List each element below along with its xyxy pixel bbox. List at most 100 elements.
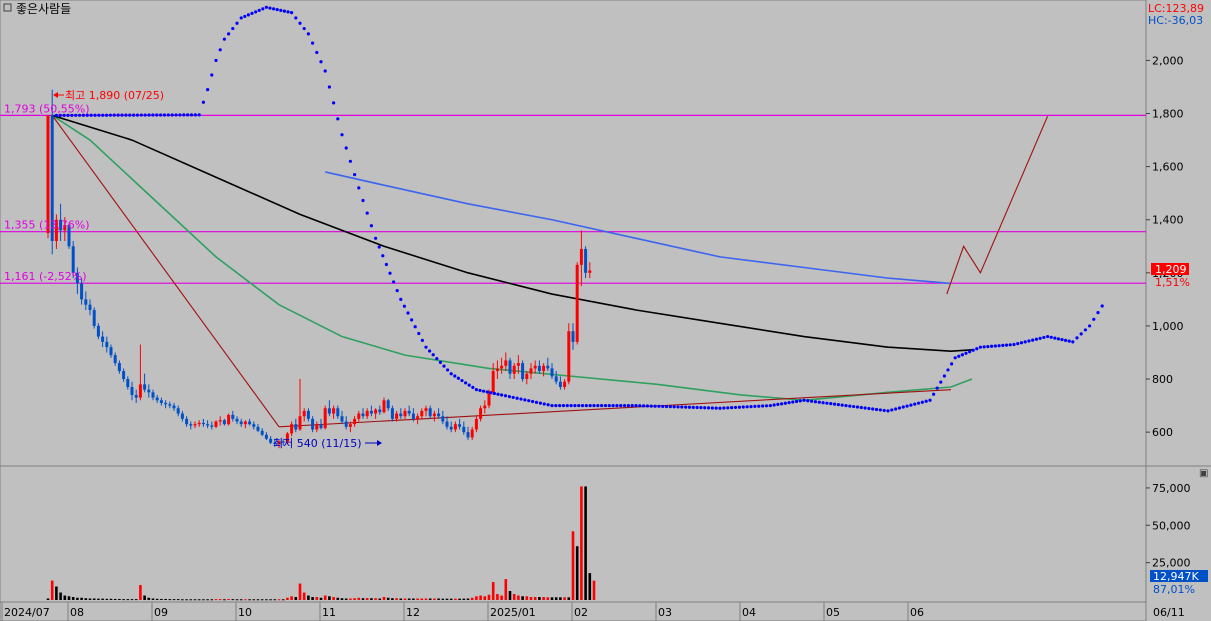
pattern-dot (128, 113, 132, 117)
pattern-dot (924, 399, 928, 403)
candle-body (525, 373, 529, 380)
panel-close-icon[interactable]: ▣ (1199, 468, 1208, 479)
volume-bar (290, 596, 293, 600)
candle-body (201, 422, 205, 425)
pattern-dot (909, 403, 913, 407)
pattern-dot (768, 403, 773, 408)
volume-bar (227, 598, 230, 600)
pattern-dot (871, 407, 875, 411)
candle-body (432, 413, 436, 417)
pattern-dot (749, 405, 753, 409)
pattern-dot (302, 26, 306, 31)
price-panel[interactable] (0, 0, 1147, 467)
pattern-dot (104, 113, 109, 117)
pattern-dot (467, 383, 471, 387)
volume-bar (580, 486, 583, 600)
pattern-dot (542, 402, 546, 406)
volume-bar (248, 599, 251, 601)
pattern-dot (424, 345, 428, 349)
pattern-dot (538, 401, 542, 405)
volume-bar (307, 595, 310, 600)
volume-bar (130, 599, 134, 601)
pattern-dot (664, 404, 669, 409)
volume-bar (584, 486, 587, 600)
pattern-dot (619, 403, 623, 408)
pattern-dot (189, 113, 194, 117)
candle-body (269, 438, 273, 443)
pattern-dot (170, 113, 174, 117)
pattern-dot (124, 113, 128, 117)
candle-body (256, 426, 260, 431)
date-label: 2024/07 (4, 606, 50, 619)
pattern-dot (218, 48, 222, 52)
pattern-dot (706, 406, 711, 410)
volume-bar (92, 598, 96, 600)
volume-bar (323, 595, 327, 600)
pattern-dot (584, 403, 588, 408)
volume-bar (181, 599, 184, 601)
volume-bar (378, 598, 382, 600)
volume-bar (84, 598, 88, 600)
pattern-dot (261, 7, 265, 11)
pattern-dot (1092, 317, 1096, 321)
pattern-dot (384, 262, 388, 267)
pattern-dot (596, 403, 600, 408)
pattern-dot (206, 88, 210, 92)
pattern-dot (388, 271, 392, 275)
candle-body (311, 418, 315, 430)
pattern-dot (306, 32, 310, 36)
pattern-dot (399, 297, 403, 301)
pattern-dot (235, 21, 239, 25)
candle-body (71, 246, 75, 273)
pattern-dot (960, 353, 965, 357)
candle-body (126, 379, 130, 387)
pattern-dot (1023, 340, 1027, 344)
pattern-dot (1049, 335, 1053, 339)
candle-body (449, 426, 453, 430)
candle-body (298, 416, 302, 430)
volume-bar (113, 598, 117, 600)
pattern-dot (131, 113, 136, 117)
pattern-dot (592, 403, 596, 408)
level-label-2: 1,355 (13,76%) (4, 219, 90, 232)
candle-body (479, 408, 483, 419)
candle-body (159, 400, 163, 403)
pattern-dot (197, 113, 201, 117)
candle-body (516, 363, 520, 366)
volume-bar (143, 595, 146, 600)
pattern-dot (993, 344, 997, 348)
candle-body (218, 420, 222, 422)
candle-body (428, 408, 432, 417)
pattern-dot (515, 396, 519, 400)
candle-body (231, 414, 235, 419)
candle-body (542, 365, 546, 372)
stock-chart[interactable]: 2,0001,8001,6001,4001,2001,000800600 75,… (0, 0, 1211, 621)
pattern-dot (478, 388, 482, 393)
volume-bar (160, 598, 163, 600)
pattern-dot (680, 405, 684, 409)
pattern-dot (978, 345, 983, 349)
pattern-dot (946, 368, 950, 372)
pattern-dot (315, 50, 319, 55)
pattern-dot (928, 398, 932, 402)
candle-body (84, 299, 88, 305)
volume-bar (172, 599, 176, 601)
pattern-dot (1064, 338, 1068, 342)
candle-body (92, 310, 96, 326)
candle-body (214, 421, 218, 427)
pattern-dot (392, 280, 396, 284)
candle-body (147, 389, 151, 393)
pattern-dot (323, 69, 327, 73)
pattern-dot (257, 8, 261, 12)
volume-bar (46, 598, 50, 600)
pattern-dot (1075, 336, 1079, 340)
volume-tick-label: 50,000 (1152, 519, 1191, 532)
pattern-dot (622, 403, 627, 408)
candle-body (117, 363, 121, 372)
pattern-dot (298, 21, 302, 25)
pattern-dot (282, 9, 286, 13)
candle-body (579, 248, 583, 265)
volume-bar (588, 573, 592, 600)
volume-bar (155, 598, 159, 600)
pattern-dot (757, 404, 761, 408)
